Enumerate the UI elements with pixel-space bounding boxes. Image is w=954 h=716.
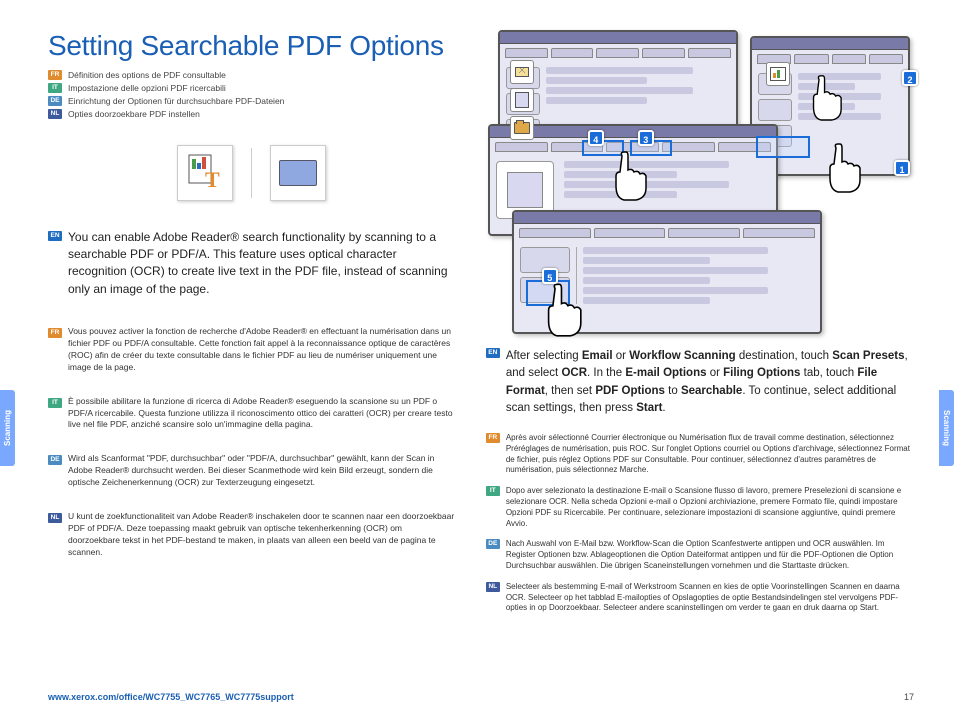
icon-separator xyxy=(251,148,252,198)
lang-tag-fr: FR xyxy=(486,433,500,443)
lang-tag-it: IT xyxy=(486,486,500,496)
lang-tag-nl: NL xyxy=(48,109,62,119)
right-column: 1 2 xyxy=(486,30,914,624)
lang-tag-fr: FR xyxy=(48,70,62,80)
left-sub-nl: U kunt de zoekfunctionaliteit van Adobe … xyxy=(68,511,456,559)
callout-2: 2 xyxy=(902,70,918,86)
lang-tag-it: IT xyxy=(48,83,62,93)
title-nl: Opties doorzoekbare PDF instellen xyxy=(68,109,200,121)
icon-strip: T xyxy=(48,145,456,201)
right-main-text: After selecting Email or Workflow Scanni… xyxy=(506,348,914,417)
folder-icon xyxy=(510,116,534,140)
callout-5: 5 xyxy=(542,268,558,284)
main-paragraph-en: EN You can enable Adobe Reader® search f… xyxy=(48,229,456,299)
footer-link[interactable]: www.xerox.com/office/WC7755_WC7765_WC777… xyxy=(48,692,294,702)
page-footer: www.xerox.com/office/WC7755_WC7765_WC777… xyxy=(48,692,914,702)
title-fr: Définition des options de PDF consultabl… xyxy=(68,70,226,82)
callout-4: 4 xyxy=(588,130,604,146)
lang-tag-de: DE xyxy=(48,455,62,465)
side-tab-right: Scanning xyxy=(939,390,954,466)
title-de: Einrichtung der Optionen für durchsuchba… xyxy=(68,96,284,108)
right-sub-fr: Après avoir sélectionné Courrier électro… xyxy=(506,433,914,476)
button-icon xyxy=(270,145,326,201)
lang-tag-en: EN xyxy=(486,348,500,358)
page-title: Setting Searchable PDF Options xyxy=(48,30,456,62)
side-tab-left: Scanning xyxy=(0,390,15,466)
svg-text:T: T xyxy=(205,167,220,192)
lang-tag-en: EN xyxy=(48,231,62,241)
right-sub-it: Dopo aver selezionato la destinazione E-… xyxy=(506,486,914,529)
right-sub-nl: Selecteer als bestemming E-mail of Werks… xyxy=(506,582,914,614)
left-sub-fr: Vous pouvez activer la fonction de reche… xyxy=(68,326,456,374)
callout-1: 1 xyxy=(894,160,910,176)
lang-tag-fr: FR xyxy=(48,328,62,338)
left-sub-it: È possibile abilitare la funzione di ric… xyxy=(68,396,456,432)
lang-tag-nl: NL xyxy=(48,513,62,523)
lang-tag-nl: NL xyxy=(486,582,500,592)
lang-tag-de: DE xyxy=(48,96,62,106)
left-sub-de: Wird als Scanformat "PDF, durchsuchbar" … xyxy=(68,453,456,489)
left-column: Setting Searchable PDF Options FR Définit… xyxy=(48,30,456,624)
right-sub-de: Nach Auswahl von E-Mail bzw. Workflow-Sc… xyxy=(506,539,914,571)
callout-3: 3 xyxy=(638,130,654,146)
right-main-paragraph: EN After selecting Email or Workflow Sca… xyxy=(486,348,914,417)
ui-mockup: 1 2 xyxy=(486,30,914,340)
main-paragraph-text: You can enable Adobe Reader® search func… xyxy=(68,229,456,299)
document-chart-icon: T xyxy=(177,145,233,201)
lang-tag-de: DE xyxy=(486,539,500,549)
title-translations: FR Définition des options de PDF consulta… xyxy=(48,70,456,121)
page-number: 17 xyxy=(904,692,914,702)
envelope-icon xyxy=(510,60,534,84)
document-stack-icon xyxy=(510,88,534,112)
lang-tag-it: IT xyxy=(48,398,62,408)
chart-thumb-icon xyxy=(766,62,790,86)
title-it: Impostazione delle opzioni PDF ricercabi… xyxy=(68,83,226,95)
